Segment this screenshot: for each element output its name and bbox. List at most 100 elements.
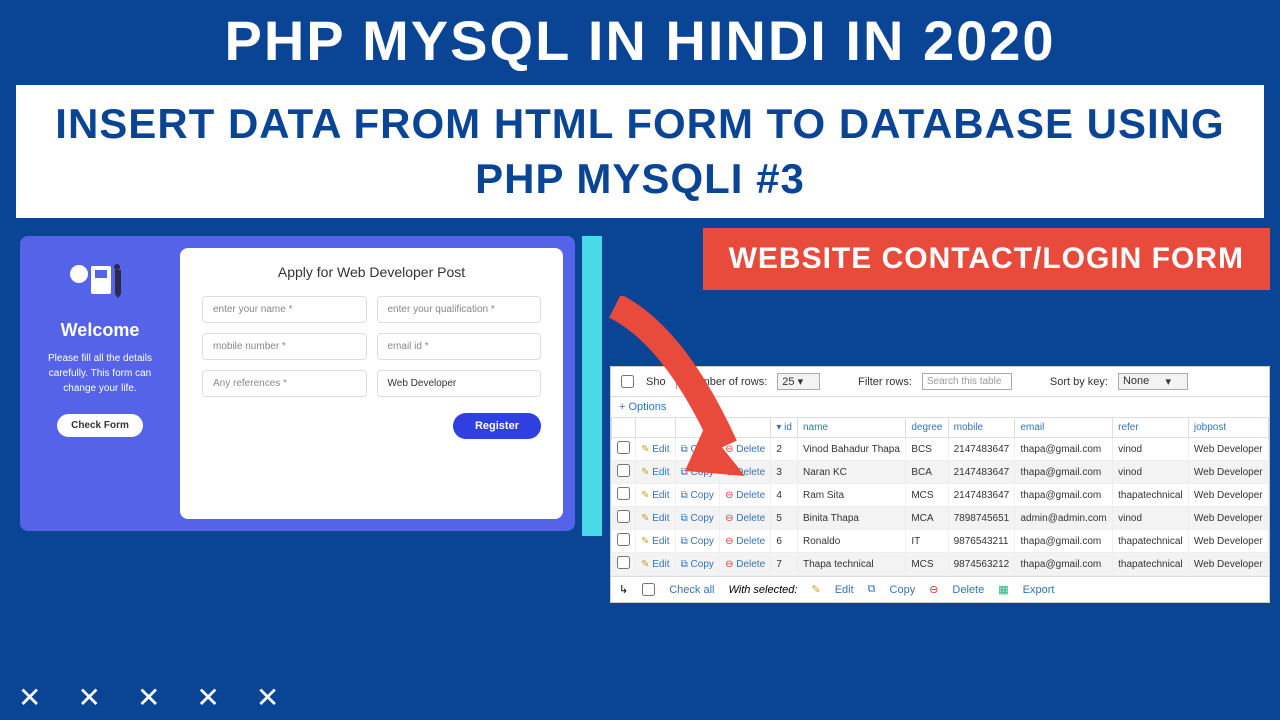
check-form-button[interactable]: Check Form xyxy=(57,414,143,437)
cell-name: Ram Sita xyxy=(798,484,906,507)
copy-link[interactable]: Copy xyxy=(691,536,714,547)
pencil-icon: ✎ xyxy=(811,583,820,596)
cell-jobpost: Web Developer xyxy=(1188,438,1268,461)
cell-email: thapa@gmail.com xyxy=(1015,484,1113,507)
col-mobile[interactable]: mobile xyxy=(948,418,1015,438)
subtitle-box: INSERT DATA FROM HTML FORM TO DATABASE U… xyxy=(16,85,1264,218)
delete-link[interactable]: Delete xyxy=(736,536,765,547)
table-row: ✎ Edit⧉ Copy⊖ Delete7Thapa technicalMCS9… xyxy=(612,553,1269,576)
references-input[interactable]: Any references * xyxy=(202,370,367,397)
name-input[interactable]: enter your name * xyxy=(202,296,367,323)
form-title: Apply for Web Developer Post xyxy=(202,264,541,280)
delete-icon: ⊖ xyxy=(725,513,733,524)
footer-edit-button[interactable]: Edit xyxy=(835,584,854,596)
row-checkbox[interactable] xyxy=(617,510,630,523)
copy-icon: ⧉ xyxy=(868,583,876,596)
cell-email: thapa@gmail.com xyxy=(1015,530,1113,553)
footer-export-button[interactable]: Export xyxy=(1023,584,1055,596)
cell-name: Binita Thapa xyxy=(798,507,906,530)
filter-label: Filter rows: xyxy=(858,376,912,388)
cell-name: Vinod Bahadur Thapa xyxy=(798,438,906,461)
email-input[interactable]: email id * xyxy=(377,333,542,360)
col-jobpost[interactable]: jobpost xyxy=(1188,418,1268,438)
qualification-input[interactable]: enter your qualification * xyxy=(377,296,542,323)
cell-jobpost: Web Developer xyxy=(1188,507,1268,530)
callout-banner: WEBSITE CONTACT/LOGIN FORM xyxy=(703,228,1270,290)
edit-link[interactable]: Edit xyxy=(652,536,669,547)
footer-copy-button[interactable]: Copy xyxy=(890,584,916,596)
x-icon: ✕ xyxy=(18,681,41,714)
cell-jobpost: Web Developer xyxy=(1188,530,1268,553)
cell-email: admin@admin.com xyxy=(1015,507,1113,530)
pencil-icon: ✎ xyxy=(641,536,649,547)
cell-mobile: 7898745651 xyxy=(948,507,1015,530)
cell-refer: thapatechnical xyxy=(1113,553,1189,576)
cell-degree: MCS xyxy=(906,553,948,576)
cell-degree: BCS xyxy=(906,438,948,461)
role-input[interactable]: Web Developer xyxy=(377,370,542,397)
cell-degree: MCS xyxy=(906,484,948,507)
copy-icon: ⧉ xyxy=(681,559,688,570)
cell-email: thapa@gmail.com xyxy=(1015,461,1113,484)
delete-icon: ⊖ xyxy=(929,583,938,596)
cell-id: 6 xyxy=(771,530,798,553)
welcome-heading: Welcome xyxy=(32,320,168,341)
cell-email: thapa@gmail.com xyxy=(1015,553,1113,576)
cell-mobile: 9874563212 xyxy=(948,553,1015,576)
welcome-illustration-icon xyxy=(65,260,135,310)
col-name[interactable]: name xyxy=(798,418,906,438)
x-icon: ✕ xyxy=(137,681,160,714)
rows-select[interactable]: 25 ▾ xyxy=(777,373,820,390)
filter-input[interactable]: Search this table xyxy=(922,373,1012,390)
col-refer[interactable]: refer xyxy=(1113,418,1189,438)
copy-link[interactable]: Copy xyxy=(691,559,714,570)
col-email[interactable]: email xyxy=(1015,418,1113,438)
page-main-title: PHP MYSQL IN HINDI IN 2020 xyxy=(0,0,1280,85)
cell-name: Naran KC xyxy=(798,461,906,484)
row-checkbox[interactable] xyxy=(617,533,630,546)
checkall-checkbox[interactable] xyxy=(642,583,655,596)
footer-delete-button[interactable]: Delete xyxy=(952,584,984,596)
page-subtitle: INSERT DATA FROM HTML FORM TO DATABASE U… xyxy=(36,97,1244,206)
row-checkbox[interactable] xyxy=(617,556,630,569)
x-icon: ✕ xyxy=(77,681,100,714)
cell-id: 7 xyxy=(771,553,798,576)
welcome-intro-text: Please fill all the details carefully. T… xyxy=(32,351,168,396)
sort-select[interactable]: None ▾ xyxy=(1118,373,1188,390)
pencil-icon: ✎ xyxy=(641,513,649,524)
edit-link[interactable]: Edit xyxy=(652,513,669,524)
copy-icon: ⧉ xyxy=(681,536,688,547)
delete-link[interactable]: Delete xyxy=(736,559,765,570)
withselected-label: With selected: xyxy=(728,584,797,596)
copy-link[interactable]: Copy xyxy=(691,513,714,524)
copy-icon: ⧉ xyxy=(681,513,688,524)
edit-link[interactable]: Edit xyxy=(652,559,669,570)
cell-mobile: 2147483647 xyxy=(948,438,1015,461)
cell-name: Thapa technical xyxy=(798,553,906,576)
form-welcome-panel: Welcome Please fill all the details care… xyxy=(20,236,180,531)
arrow-icon xyxy=(595,296,775,496)
cell-refer: vinod xyxy=(1113,507,1189,530)
cell-degree: BCA xyxy=(906,461,948,484)
col-degree[interactable]: degree xyxy=(906,418,948,438)
pencil-icon: ✎ xyxy=(641,559,649,570)
cell-jobpost: Web Developer xyxy=(1188,553,1268,576)
db-footer: ↳ Check all With selected: ✎Edit ⧉Copy ⊖… xyxy=(611,576,1269,602)
delete-link[interactable]: Delete xyxy=(736,513,765,524)
table-row: ✎ Edit⧉ Copy⊖ Delete5Binita ThapaMCA7898… xyxy=(612,507,1269,530)
register-button[interactable]: Register xyxy=(453,413,541,439)
delete-icon: ⊖ xyxy=(725,536,733,547)
cell-degree: IT xyxy=(906,530,948,553)
cell-mobile: 9876543211 xyxy=(948,530,1015,553)
checkall-label[interactable]: Check all xyxy=(669,584,714,596)
x-icon: ✕ xyxy=(196,681,219,714)
table-row: ✎ Edit⧉ Copy⊖ Delete6RonaldoIT9876543211… xyxy=(612,530,1269,553)
cell-refer: thapatechnical xyxy=(1113,530,1189,553)
sort-label: Sort by key: xyxy=(1050,376,1108,388)
form-card: Welcome Please fill all the details care… xyxy=(20,236,575,531)
mobile-input[interactable]: mobile number * xyxy=(202,333,367,360)
x-icon: ✕ xyxy=(256,681,279,714)
cell-jobpost: Web Developer xyxy=(1188,484,1268,507)
cell-refer: thapatechnical xyxy=(1113,484,1189,507)
cell-degree: MCA xyxy=(906,507,948,530)
